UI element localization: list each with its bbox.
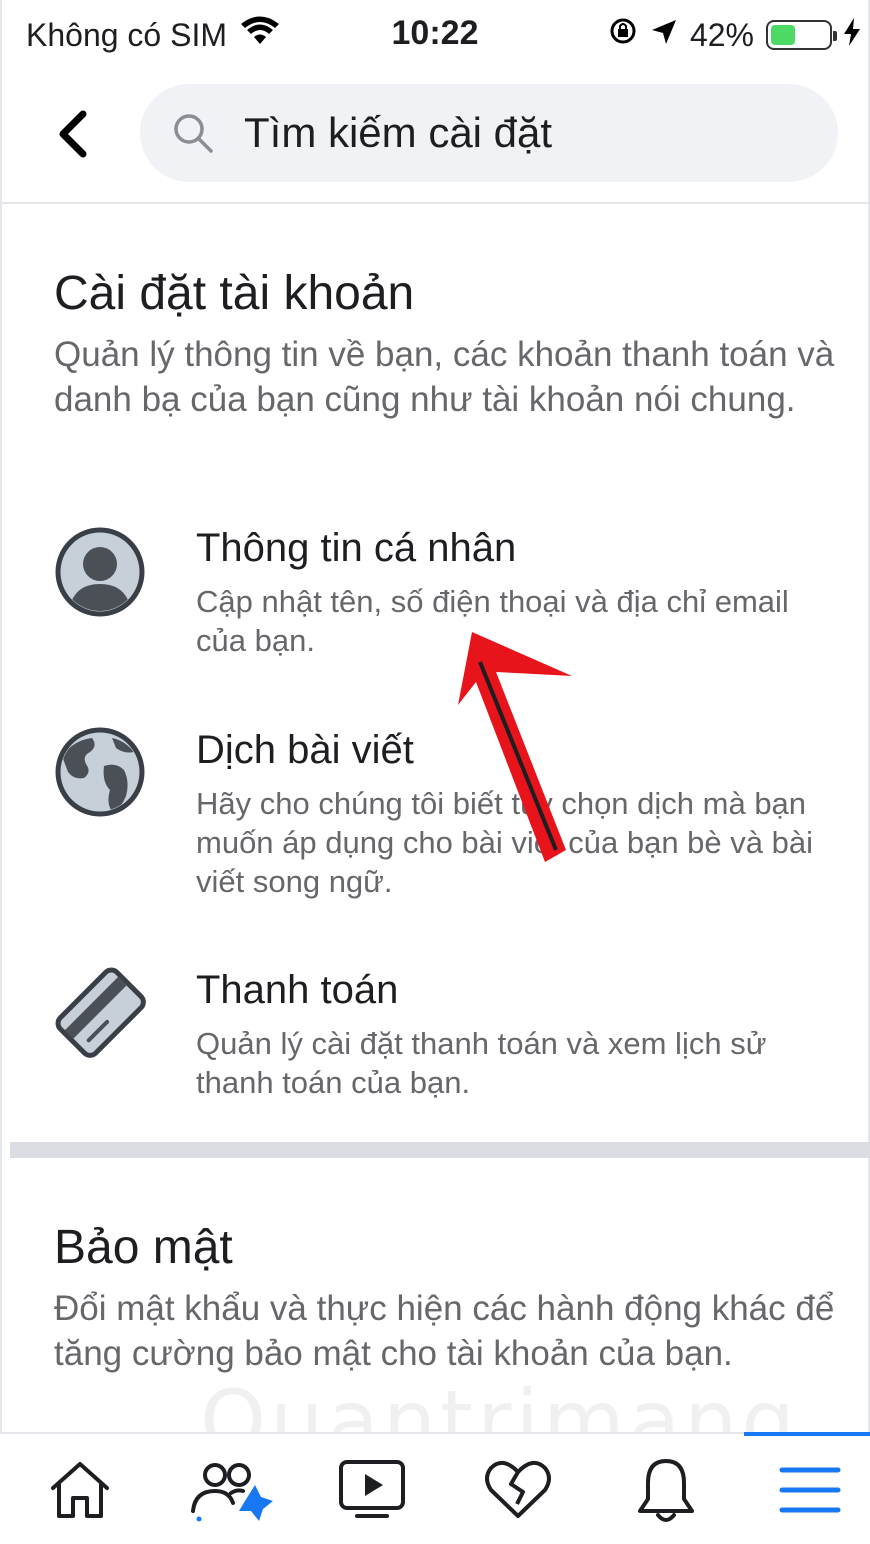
payments-description: Quản lý cài đặt thanh toán và xem lịch s… bbox=[196, 1026, 767, 1100]
security-description: Đổi mật khẩu và thực hiện các hành động … bbox=[54, 1289, 835, 1373]
battery-percent: 42% bbox=[689, 16, 754, 53]
tab-friends[interactable] bbox=[160, 1434, 300, 1544]
post-translation-title: Dịch bài viết bbox=[196, 728, 414, 772]
location-arrow-icon bbox=[650, 17, 678, 54]
back-button[interactable] bbox=[48, 104, 98, 164]
personal-info-title: Thông tin cá nhân bbox=[196, 526, 517, 570]
globe-icon bbox=[54, 726, 146, 818]
credit-card-icon bbox=[54, 966, 146, 1058]
search-settings-input[interactable]: Tìm kiếm cài đặt bbox=[140, 84, 838, 182]
notifications-bell-icon bbox=[638, 1459, 694, 1522]
personal-info-description: Cập nhật tên, số điện thoại và địa chỉ e… bbox=[196, 584, 789, 658]
watch-icon bbox=[339, 1460, 405, 1518]
tab-notifications[interactable] bbox=[596, 1434, 736, 1544]
orientation-lock-icon bbox=[608, 16, 638, 54]
settings-item-post-translation[interactable]: Dịch bài viết Hãy cho chúng tôi biết tùy… bbox=[0, 722, 870, 912]
search-placeholder: Tìm kiếm cài đặt bbox=[244, 109, 553, 156]
post-translation-description: Hãy cho chúng tôi biết tùy chọn dịch mà … bbox=[196, 786, 814, 899]
battery-level bbox=[771, 25, 795, 45]
bottom-tab-bar bbox=[0, 1432, 870, 1544]
profile-icon bbox=[54, 526, 146, 618]
security-title: Bảo mật bbox=[54, 1221, 233, 1274]
friends-icon bbox=[191, 1463, 273, 1522]
settings-item-payments[interactable]: Thanh toán Quản lý cài đặt thanh toán và… bbox=[0, 962, 870, 1112]
tab-dating[interactable] bbox=[448, 1434, 588, 1544]
status-bar: Không có SIM 10:22 42% bbox=[0, 0, 870, 70]
settings-item-personal-info[interactable]: Thông tin cá nhân Cập nhật tên, số điện … bbox=[0, 520, 870, 670]
tab-watch[interactable] bbox=[302, 1434, 442, 1544]
charging-bolt-icon bbox=[844, 17, 860, 54]
account-settings-title: Cài đặt tài khoản bbox=[54, 267, 415, 320]
search-icon bbox=[174, 114, 213, 153]
chevron-left-icon bbox=[59, 110, 87, 158]
menu-icon bbox=[779, 1467, 841, 1513]
account-settings-description: Quản lý thông tin về bạn, các khoản than… bbox=[54, 335, 835, 419]
status-right: 42% bbox=[608, 16, 860, 54]
payments-title: Thanh toán bbox=[196, 968, 399, 1012]
dating-heart-icon bbox=[485, 1460, 551, 1518]
settings-header: Tìm kiếm cài đặt bbox=[0, 70, 870, 204]
tab-home[interactable] bbox=[10, 1434, 150, 1544]
home-icon bbox=[51, 1462, 109, 1518]
tab-menu[interactable] bbox=[740, 1434, 870, 1544]
battery-icon bbox=[766, 20, 837, 50]
section-divider bbox=[10, 1142, 870, 1158]
